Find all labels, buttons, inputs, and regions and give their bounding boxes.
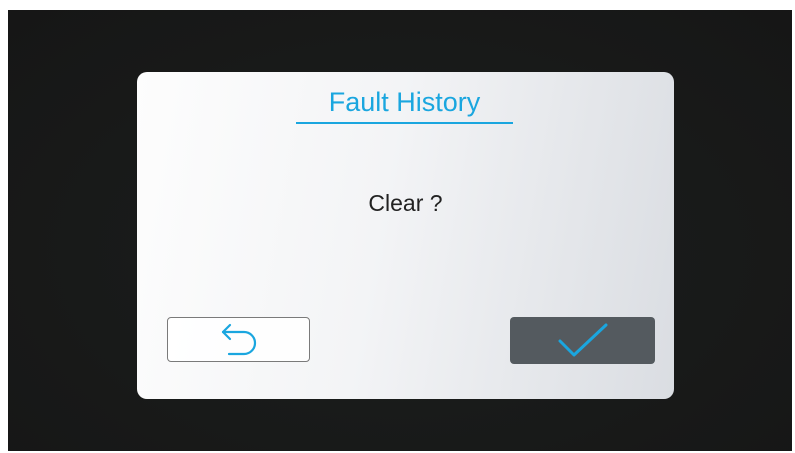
display-screen: Fault History Clear ? (8, 10, 792, 451)
title-underline (296, 122, 513, 124)
undo-arrow-icon (217, 323, 261, 357)
dialog-message: Clear ? (368, 190, 443, 216)
dialog-title: Fault History (328, 87, 481, 117)
confirm-button[interactable] (510, 317, 655, 364)
fault-history-dialog: Fault History Clear ? (137, 72, 674, 399)
checkmark-icon (557, 323, 609, 359)
back-button[interactable] (167, 317, 310, 362)
